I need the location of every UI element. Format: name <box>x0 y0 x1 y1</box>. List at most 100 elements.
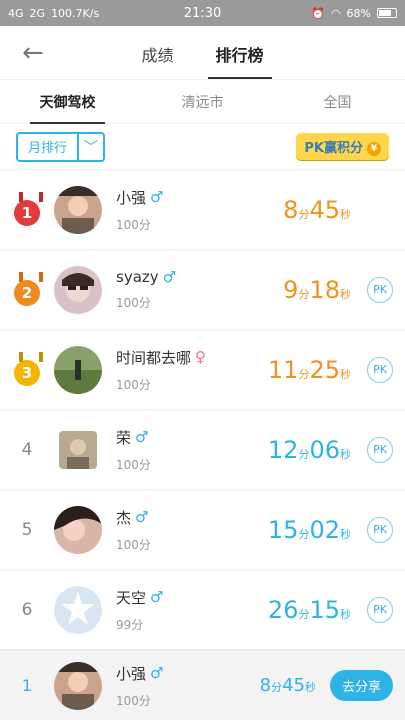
tab-school[interactable]: 天御驾校 <box>0 80 135 124</box>
user-name: 天空 <box>116 588 147 607</box>
score: 100分 <box>116 217 151 232</box>
coin-icon: ¥ <box>367 141 381 156</box>
my-avatar[interactable] <box>54 661 102 710</box>
score: 100分 <box>116 457 151 472</box>
list-item[interactable]: 5 杰 ♂ 100分 15分02秒 PK <box>0 490 405 570</box>
duration-sec: 18 <box>309 275 340 304</box>
score: 99分 <box>116 617 144 632</box>
medal-gold-icon: 1 <box>14 191 43 226</box>
pk-button[interactable]: PK <box>367 356 393 383</box>
pk-badge-label: PK赢积分 <box>304 141 363 156</box>
avatar[interactable] <box>54 505 102 554</box>
duration-min: 8 <box>259 675 272 696</box>
avatar[interactable] <box>59 430 97 469</box>
header: ← 成绩 排行榜 <box>0 26 405 80</box>
duration: 12分06秒 <box>251 436 351 464</box>
unit-sec: 秒 <box>340 447 351 461</box>
medal-bronze-icon: 3 <box>14 351 43 386</box>
list-item[interactable]: 2 syazy ♂ 100分 9分18秒 PK <box>0 250 405 330</box>
default-avatar-icon[interactable] <box>54 585 102 634</box>
unit-min: 分 <box>298 527 310 541</box>
duration-min: 15 <box>267 515 299 544</box>
pk-points-badge[interactable]: PK赢积分 ¥ <box>296 133 389 160</box>
unit-sec: 秒 <box>340 527 351 541</box>
score: 100分 <box>116 537 151 552</box>
user-name: 小强 <box>116 188 147 207</box>
duration-sec: 06 <box>309 435 340 464</box>
list-item[interactable]: 1 小强 ♂ 100分 8分45秒 <box>0 170 405 250</box>
unit-sec: 秒 <box>340 287 351 301</box>
period-select[interactable]: 月排行 ﹀ <box>16 131 106 162</box>
duration-sec: 45 <box>309 195 340 224</box>
unit-sec: 秒 <box>340 207 351 221</box>
unit-sec: 秒 <box>340 367 351 381</box>
unit-min: 分 <box>298 447 310 461</box>
user-name: syazy <box>116 268 159 286</box>
duration-min: 8 <box>283 195 299 224</box>
back-arrow-icon[interactable]: ← <box>22 38 44 68</box>
duration-sec: 02 <box>309 515 340 544</box>
header-tabs: 成绩 排行榜 <box>139 28 272 79</box>
duration-sec: 45 <box>282 675 305 696</box>
avatar[interactable] <box>54 345 102 394</box>
pk-button[interactable]: PK <box>367 596 393 623</box>
female-icon: ♀ <box>195 348 207 366</box>
duration-min: 11 <box>267 355 299 384</box>
rank-number: 5 <box>21 519 33 540</box>
alarm-icon: ⏰ <box>311 6 325 20</box>
tab-leaderboard[interactable]: 排行榜 <box>207 28 272 79</box>
duration-sec: 15 <box>309 595 340 624</box>
duration-min: 12 <box>267 435 299 464</box>
male-icon: ♂ <box>150 188 164 206</box>
tab-national[interactable]: 全国 <box>270 80 405 124</box>
tab-city[interactable]: 清远市 <box>135 80 270 124</box>
unit-min: 分 <box>298 207 310 221</box>
duration: 8分45秒 <box>251 196 351 224</box>
duration: 26分15秒 <box>251 596 351 624</box>
male-icon: ♂ <box>162 268 177 286</box>
avatar[interactable] <box>54 265 102 314</box>
unit-sec: 秒 <box>340 607 351 621</box>
rank-number: 4 <box>21 439 33 460</box>
unit-min: 分 <box>298 367 310 381</box>
pk-button[interactable]: PK <box>367 276 393 303</box>
duration-sec: 25 <box>309 355 340 384</box>
battery-percent: 68% <box>346 6 371 20</box>
pk-button[interactable]: PK <box>367 516 393 543</box>
share-button[interactable]: 去分享 <box>329 670 393 701</box>
my-duration: 8分45秒 <box>228 675 316 696</box>
male-icon: ♂ <box>135 428 149 446</box>
unit-min: 分 <box>298 287 310 301</box>
unit-sec: 秒 <box>304 681 316 694</box>
my-rank-bar: 1 小强 ♂ 100分 8分45秒 去分享 <box>0 650 405 720</box>
scope-tabs: 天御驾校 清远市 全国 <box>0 80 405 124</box>
chevron-down-icon: ﹀ <box>77 133 103 160</box>
unit-min: 分 <box>298 607 310 621</box>
status-bar: 4G 2G 100.7K/s 21:30 ⏰ ◠ 68% <box>0 0 405 26</box>
list-item[interactable]: 6 天空 ♂ 99分 26分15秒 PK <box>0 570 405 650</box>
unit-min: 分 <box>271 681 283 694</box>
avatar[interactable] <box>54 185 102 234</box>
score: 100分 <box>116 377 151 392</box>
user-name: 杰 <box>116 508 132 527</box>
my-name: 小强 <box>116 664 147 683</box>
duration: 15分02秒 <box>251 516 351 544</box>
male-icon: ♂ <box>150 664 164 682</box>
duration: 11分25秒 <box>251 356 351 384</box>
list-item[interactable]: 4 荣 ♂ 100分 12分06秒 PK <box>0 410 405 490</box>
male-icon: ♂ <box>150 588 164 606</box>
score: 100分 <box>116 296 151 310</box>
my-rank-number: 1 <box>21 676 33 695</box>
period-select-label: 月排行 <box>28 141 68 156</box>
filter-row: 月排行 ﹀ PK赢积分 ¥ <box>0 124 405 170</box>
tab-results[interactable]: 成绩 <box>139 28 175 78</box>
duration-min: 26 <box>267 595 299 624</box>
male-icon: ♂ <box>135 508 149 526</box>
list-item[interactable]: 3 时间都去哪 ♀ 100分 11分25秒 PK <box>0 330 405 410</box>
duration: 9分18秒 <box>251 276 351 304</box>
duration-min: 9 <box>283 275 299 304</box>
wifi-icon: ◠ <box>330 6 341 20</box>
rank-list: 1 小强 ♂ 100分 8分45秒 2 syazy ♂ 100分 9分18秒 PK … <box>0 170 405 650</box>
pk-button[interactable]: PK <box>367 436 393 463</box>
my-score: 100分 <box>116 693 151 708</box>
